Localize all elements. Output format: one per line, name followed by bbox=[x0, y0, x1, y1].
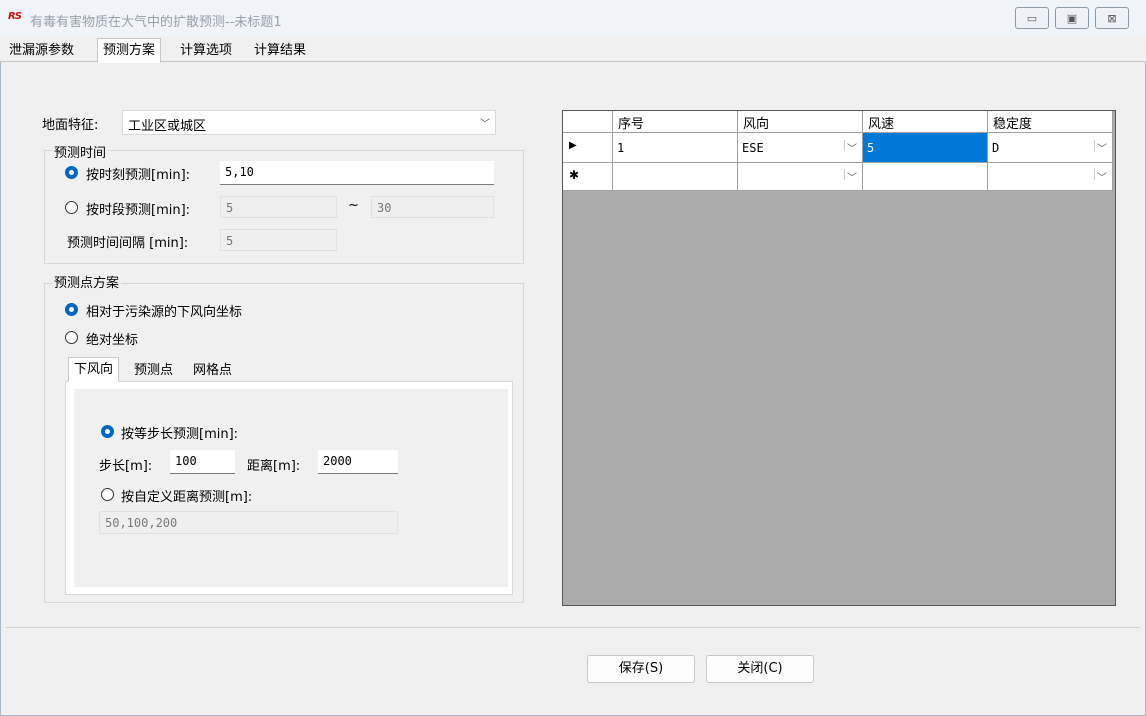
cell-stability-select[interactable]: D ﹀ bbox=[988, 133, 1113, 163]
cell-speed[interactable]: 5 bbox=[863, 133, 988, 163]
step-label: 步长[m]: bbox=[99, 459, 153, 474]
predict-points-title: 预测点方案 bbox=[52, 272, 122, 291]
tab-prediction-plan[interactable]: 预测方案 bbox=[97, 38, 162, 63]
minimize-button[interactable]: ▭ bbox=[1015, 7, 1049, 29]
step-input[interactable]: 100 bbox=[170, 450, 235, 474]
distance-label: 距离[m]: bbox=[247, 459, 301, 474]
predict-time-title: 预测时间 bbox=[52, 142, 109, 161]
tab-leak-source[interactable]: 泄漏源参数 bbox=[4, 41, 79, 62]
period-tilde: ~ bbox=[348, 198, 359, 213]
ground-feature-value: 工业区或城区 bbox=[128, 119, 207, 134]
cell-seq[interactable]: 1 bbox=[613, 133, 738, 163]
custom-distance-label: 按自定义距离预测[m]: bbox=[121, 490, 253, 505]
minimize-icon: ▭ bbox=[1026, 11, 1038, 25]
maximize-button[interactable]: ▣ bbox=[1055, 7, 1089, 29]
equal-step-radio[interactable] bbox=[101, 425, 114, 438]
interval-label: 预测时间间隔 [min]: bbox=[67, 236, 189, 251]
row-indicator-new[interactable]: ✱ bbox=[563, 163, 613, 191]
grid-corner bbox=[563, 111, 613, 133]
subtab-grid-points[interactable]: 网格点 bbox=[188, 361, 237, 382]
row-indicator-current[interactable]: ▶ bbox=[563, 133, 613, 163]
by-moment-label: 按时刻预测[min]: bbox=[86, 168, 191, 183]
cell-direction-value: ESE bbox=[742, 141, 764, 155]
relative-coord-label: 相对于污染源的下风向坐标 bbox=[86, 305, 243, 320]
new-cell-seq[interactable] bbox=[613, 163, 738, 191]
chevron-down-icon: ﹀ bbox=[480, 119, 490, 130]
chevron-down-icon: ﹀ bbox=[844, 140, 858, 155]
custom-distance-input[interactable]: 50,100,200 bbox=[99, 511, 398, 534]
by-moment-input[interactable]: 5,10 bbox=[220, 161, 494, 185]
relative-coord-radio[interactable] bbox=[65, 303, 78, 316]
close-icon: ⊠ bbox=[1107, 11, 1117, 25]
chevron-down-icon: ﹀ bbox=[844, 169, 858, 184]
new-cell-direction-select[interactable]: ﹀ bbox=[738, 163, 863, 191]
ground-feature-label: 地面特征: bbox=[42, 118, 99, 133]
distance-input[interactable]: 2000 bbox=[318, 450, 398, 474]
close-dialog-button[interactable]: 关闭(C) bbox=[706, 655, 814, 683]
new-cell-speed[interactable] bbox=[863, 163, 988, 191]
grid-header-speed[interactable]: 风速 bbox=[863, 111, 988, 133]
period-to-input[interactable]: 30 bbox=[371, 196, 494, 218]
chevron-down-icon: ﹀ bbox=[1094, 169, 1108, 184]
ground-feature-select[interactable]: 工业区或城区 ﹀ bbox=[122, 110, 496, 135]
by-period-label: 按时段预测[min]: bbox=[86, 203, 191, 218]
grid-header-seq[interactable]: 序号 bbox=[613, 111, 738, 133]
tab-calc-results[interactable]: 计算结果 bbox=[249, 41, 311, 62]
new-cell-stability-select[interactable]: ﹀ bbox=[988, 163, 1113, 191]
equal-step-label: 按等步长预测[min]: bbox=[121, 427, 239, 442]
grid-header-direction[interactable]: 风向 bbox=[738, 111, 863, 133]
window-title: 有毒有害物质在大气中的扩散预测--未标题1 bbox=[30, 15, 282, 30]
tab-calc-options[interactable]: 计算选项 bbox=[175, 41, 237, 62]
subtab-predict-points[interactable]: 预测点 bbox=[129, 361, 178, 382]
period-from-input[interactable]: 5 bbox=[220, 196, 337, 218]
by-period-radio[interactable] bbox=[65, 201, 78, 214]
interval-input[interactable]: 5 bbox=[220, 229, 337, 251]
cell-direction-select[interactable]: ESE ﹀ bbox=[738, 133, 863, 163]
main-tab-strip bbox=[0, 36, 1146, 62]
close-button[interactable]: ⊠ bbox=[1095, 7, 1129, 29]
grid-header-stability[interactable]: 稳定度 bbox=[988, 111, 1113, 133]
absolute-coord-radio[interactable] bbox=[65, 331, 78, 344]
maximize-icon: ▣ bbox=[1066, 11, 1078, 25]
subtab-downwind[interactable]: 下风向 bbox=[68, 357, 120, 382]
absolute-coord-label: 绝对坐标 bbox=[86, 333, 139, 348]
app-logo: RS bbox=[8, 11, 22, 22]
save-button[interactable]: 保存(S) bbox=[587, 655, 695, 683]
custom-distance-radio[interactable] bbox=[101, 488, 114, 501]
cell-stability-value: D bbox=[992, 141, 1000, 155]
by-moment-radio[interactable] bbox=[65, 166, 78, 179]
chevron-down-icon: ﹀ bbox=[1094, 140, 1108, 155]
